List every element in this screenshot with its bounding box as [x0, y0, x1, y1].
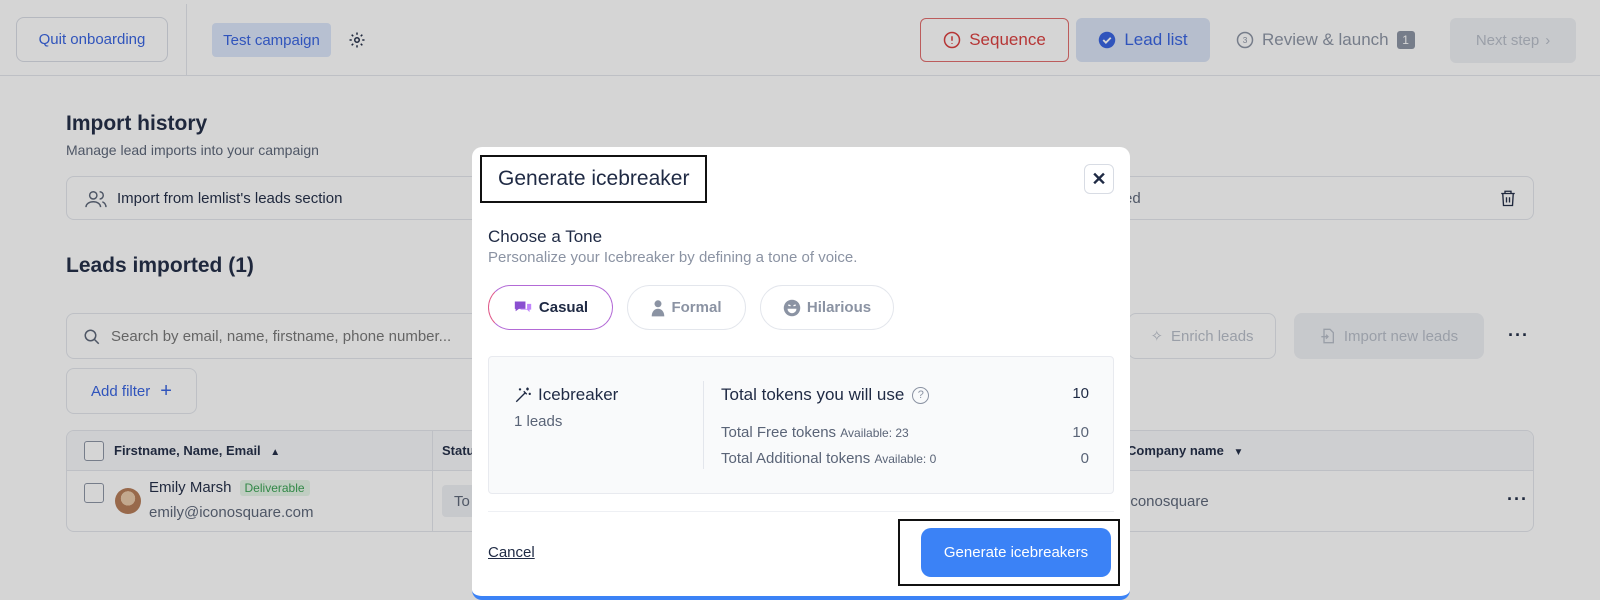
modal-footer-divider: [488, 511, 1114, 512]
additional-tokens-label: Total Additional tokens: [721, 450, 871, 467]
free-tokens-row: Total Free tokens Available: 23: [721, 424, 909, 441]
additional-tokens-row: Total Additional tokens Available: 0: [721, 450, 936, 467]
total-tokens-value: 10: [1072, 385, 1089, 402]
icebreaker-label: Icebreaker: [538, 385, 619, 404]
laughing-face-icon: [783, 299, 801, 316]
modal-title: Generate icebreaker: [480, 155, 707, 203]
additional-tokens-value: 0: [1080, 450, 1089, 467]
cancel-button[interactable]: Cancel: [488, 544, 535, 561]
token-summary-card: Icebreaker 1 leads Total tokens you will…: [488, 356, 1114, 494]
free-tokens-available: Available: 23: [840, 426, 909, 440]
icebreaker-summary-title: Icebreaker: [514, 385, 618, 405]
tone-formal-button[interactable]: Formal: [627, 285, 746, 330]
total-tokens-title: Total tokens you will use ?: [721, 385, 930, 405]
tone-formal-label: Formal: [671, 299, 722, 316]
generate-icebreaker-modal: Generate icebreaker ✕ Choose a Tone Pers…: [472, 147, 1130, 600]
tone-hilarious-button[interactable]: Hilarious: [760, 285, 894, 330]
person-suit-icon: [652, 299, 665, 316]
chat-bubbles-icon: [514, 300, 532, 312]
tone-casual-button[interactable]: Casual: [488, 285, 613, 330]
tone-casual-label: Casual: [538, 299, 589, 316]
tone-hilarious-label: Hilarious: [806, 299, 872, 316]
total-tokens-label: Total tokens you will use: [721, 385, 905, 404]
choose-tone-title: Choose a Tone: [488, 227, 603, 246]
generate-icebreakers-button[interactable]: Generate icebreakers: [921, 528, 1111, 577]
magic-wand-icon: [515, 387, 531, 403]
close-icon[interactable]: ✕: [1084, 164, 1114, 194]
icebreaker-leads-count: 1 leads: [514, 413, 563, 430]
card-divider: [703, 381, 704, 469]
additional-tokens-available: Available: 0: [874, 452, 937, 466]
free-tokens-label: Total Free tokens: [721, 424, 837, 441]
free-tokens-value: 10: [1072, 424, 1089, 441]
help-icon[interactable]: ?: [912, 386, 930, 404]
choose-tone-subtitle: Personalize your Icebreaker by defining …: [488, 249, 858, 266]
